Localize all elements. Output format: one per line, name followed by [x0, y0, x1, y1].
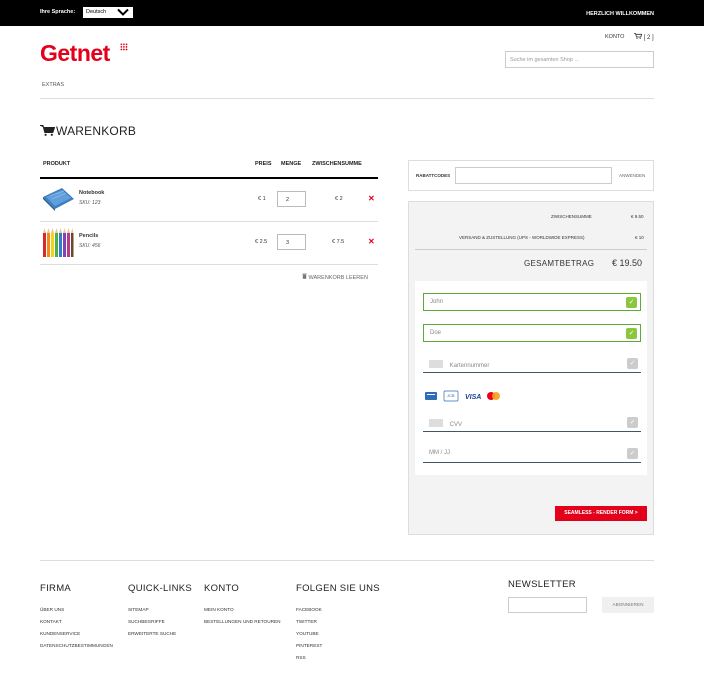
visa-brand-text: VISA: [465, 394, 481, 401]
footer-link[interactable]: RSS: [296, 655, 306, 660]
remove-item-icon[interactable]: ✕: [368, 237, 375, 246]
notebook-image: [43, 188, 74, 211]
footer-divider: [40, 560, 654, 561]
check-icon: ✓: [627, 417, 638, 428]
check-icon: ✓: [627, 448, 638, 459]
check-icon: ✓: [626, 297, 637, 308]
remove-item-icon[interactable]: ✕: [368, 194, 375, 203]
col-header-product: PRODUKT: [43, 161, 71, 167]
render-form-button[interactable]: SEAMLESS - RENDER FORM >: [555, 506, 647, 521]
first-name-value: John: [430, 299, 444, 305]
footer-link[interactable]: PINTEREST: [296, 643, 322, 648]
footer-link[interactable]: ÜBER UNS: [40, 607, 64, 612]
subscribe-button[interactable]: ABONNIEREN: [602, 597, 654, 613]
trash-icon: [302, 273, 307, 279]
first-name-field[interactable]: John ✓: [423, 293, 641, 311]
row-divider: [40, 221, 378, 222]
grand-total-value: € 19.50: [612, 258, 643, 268]
expiry-field[interactable]: MM / JJ ✓: [423, 445, 641, 463]
footer-link[interactable]: FACEBOOK: [296, 607, 322, 612]
language-label: Ihre Sprache:: [40, 9, 76, 15]
summary-divider: [415, 249, 647, 250]
subtotal-value: € 9.50: [631, 214, 644, 219]
pencils-image: [43, 228, 74, 257]
footer-link[interactable]: KUNDENSERVICE: [40, 631, 80, 636]
footer-heading-firma: FIRMA: [40, 583, 72, 594]
product-price: € 2.5: [255, 239, 268, 245]
grand-total-label: GESAMTBETRAG: [524, 259, 595, 268]
card-number-field[interactable]: Kartennummer ✓: [423, 355, 641, 373]
page-title: WARENKORB: [40, 124, 136, 138]
card-brands-icon: JCB VISA: [425, 390, 500, 402]
logo-dots-icon: [120, 43, 128, 51]
last-name-value: Doe: [430, 330, 442, 336]
language-value: Deutsch: [86, 9, 107, 15]
clear-cart-label: WARENKORB LEEREN: [308, 275, 368, 281]
check-icon: ✓: [627, 358, 638, 369]
page-title-text: WARENKORB: [56, 124, 137, 138]
footer-link[interactable]: SUCHBEGRIFFE: [128, 619, 165, 624]
last-name-field[interactable]: Doe ✓: [423, 324, 641, 342]
quantity-input[interactable]: 3: [277, 234, 306, 250]
jcb-brand-text: JCB: [447, 393, 455, 398]
card-number-placeholder: Kartennummer: [449, 363, 490, 369]
nav-item-extras[interactable]: EXTRAS: [42, 82, 64, 88]
search-input[interactable]: Suche im gesamten Shop ...: [505, 51, 654, 68]
product-name[interactable]: Pencils: [79, 233, 98, 239]
footer-heading-newsletter: NEWSLETTER: [508, 579, 576, 590]
footer-heading-social: FOLGEN SIE UNS: [296, 583, 380, 594]
cvv-placeholder: CVV: [449, 422, 463, 428]
card-placeholder-icon: [429, 360, 443, 368]
product-sku: SKU: 456: [79, 243, 101, 249]
cvv-placeholder-icon: [429, 419, 443, 427]
footer-link[interactable]: KONTAKT: [40, 619, 62, 624]
footer-link[interactable]: MEIN KONTO: [204, 607, 234, 612]
expiry-placeholder: MM / JJ: [429, 450, 450, 456]
footer-link[interactable]: SITEMAP: [128, 607, 149, 612]
account-link[interactable]: KONTO: [605, 34, 624, 40]
footer-heading-konto: KONTO: [204, 583, 240, 594]
col-header-subtotal: ZWISCHENSUMME: [312, 161, 362, 167]
subtotal-label: ZWISCHENSUMME: [551, 214, 592, 219]
col-header-qty: MENGE: [281, 161, 302, 167]
apply-coupon-button[interactable]: ANWENDEN: [619, 173, 645, 178]
shipping-value: € 10: [635, 235, 644, 240]
product-price: € 1: [258, 196, 266, 202]
minicart-link[interactable]: [ 2 ]: [634, 33, 654, 41]
col-header-price: PREIS: [255, 161, 272, 167]
coupon-input[interactable]: [455, 167, 612, 184]
cart-icon: [40, 125, 56, 136]
table-header-rule: [40, 177, 378, 179]
product-sku: SKU: 123: [79, 200, 101, 206]
coupon-label: RABATTCODES: [416, 173, 451, 178]
product-name[interactable]: Notebook: [79, 190, 104, 196]
header-divider: [40, 98, 654, 99]
product-subtotal: € 7.5: [332, 239, 345, 245]
language-select[interactable]: Deutsch: [83, 7, 133, 18]
cvv-field[interactable]: CVV ✓: [423, 414, 641, 432]
footer-link[interactable]: TWITTER: [296, 619, 317, 624]
cart-count: [ 2 ]: [643, 35, 654, 41]
welcome-text: HERZLICH WILLKOMMEN: [586, 11, 654, 17]
clear-cart-button[interactable]: WARENKORB LEEREN: [302, 273, 368, 281]
quantity-input[interactable]: 2: [277, 191, 306, 207]
check-icon: ✓: [626, 328, 637, 339]
chevron-down-icon: [117, 8, 129, 16]
footer-link[interactable]: DATENSCHUTZBESTIMMUNGEN: [40, 643, 113, 648]
card-brand-logos: JCB VISA: [425, 389, 505, 407]
footer-link[interactable]: BESTELLUNGEN UND RETOUREN: [204, 619, 281, 624]
shipping-label: VERSAND & ZUSTELLUNG (UPS - WORLDWIDE EX…: [459, 235, 585, 240]
getnet-logo[interactable]: Getnet: [40, 40, 110, 67]
newsletter-email-input[interactable]: [508, 597, 587, 613]
product-subtotal: € 2: [335, 196, 343, 202]
cart-icon: [634, 33, 643, 39]
footer-heading-quicklinks: QUICK-LINKS: [128, 583, 193, 594]
footer-link[interactable]: ERWEITERTE SUCHE: [128, 631, 176, 636]
row-divider: [40, 264, 378, 265]
footer-link[interactable]: YOUTUBE: [296, 631, 319, 636]
top-bar: Ihre Sprache: Deutsch HERZLICH WILLKOMME…: [0, 0, 704, 26]
